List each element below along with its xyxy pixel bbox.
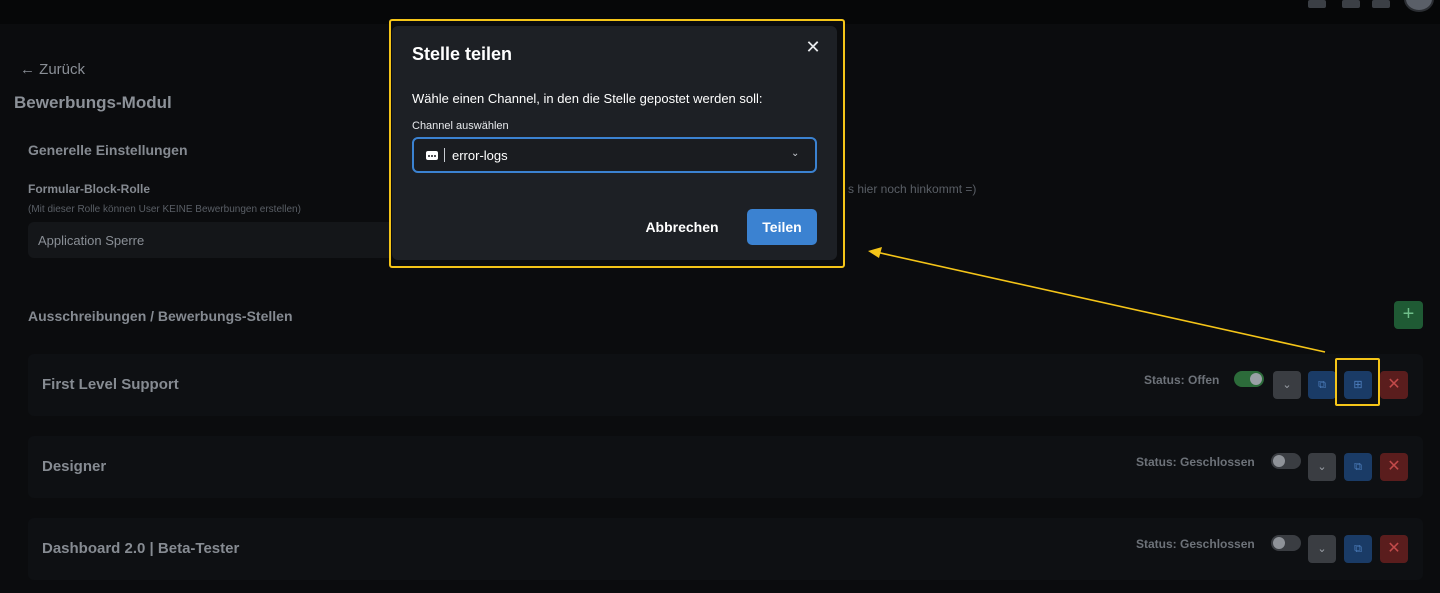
job-title: Designer bbox=[42, 458, 107, 475]
toggle-knob bbox=[1273, 455, 1285, 467]
delete-button[interactable]: ✕ bbox=[1380, 453, 1408, 481]
close-icon: ✕ bbox=[1387, 458, 1401, 475]
form-block-role-hint: (Mit dieser Rolle können User KEINE Bewe… bbox=[28, 204, 301, 215]
job-row: Dashboard 2.0 | Beta-Tester Status: Gesc… bbox=[28, 518, 1423, 580]
mail-icon[interactable] bbox=[1342, 0, 1360, 8]
page-title: Bewerbungs-Modul bbox=[14, 93, 172, 112]
delete-button[interactable]: ✕ bbox=[1380, 535, 1408, 563]
chevron-down-icon: ⌄ bbox=[1317, 543, 1327, 555]
copy-button[interactable]: ⧉ bbox=[1308, 371, 1336, 399]
job-status: Status: Offen bbox=[1144, 373, 1220, 387]
close-icon: ✕ bbox=[1387, 376, 1401, 393]
status-toggle[interactable] bbox=[1271, 453, 1301, 469]
right-hint-text: s hier noch hinkommt =) bbox=[848, 182, 977, 196]
select-divider bbox=[444, 148, 445, 162]
copy-icon: ⧉ bbox=[1318, 379, 1326, 391]
general-settings-heading: Generelle Einstellungen bbox=[28, 142, 188, 158]
channel-select-label: Channel auswählen bbox=[412, 120, 509, 132]
chat-icon bbox=[426, 151, 438, 160]
job-row: Designer Status: Geschlossen ⌄ ⧉ ✕ bbox=[28, 436, 1423, 498]
bell-icon[interactable] bbox=[1372, 0, 1390, 8]
copy-button[interactable]: ⧉ bbox=[1344, 535, 1372, 563]
form-block-role-label: Formular-Block-Rolle bbox=[28, 182, 151, 196]
delete-button[interactable]: ✕ bbox=[1380, 371, 1408, 399]
expand-button[interactable]: ⌄ bbox=[1308, 453, 1336, 481]
share-submit-button[interactable]: Teilen bbox=[747, 209, 817, 245]
channel-select-value: error-logs bbox=[452, 148, 508, 163]
expand-button[interactable]: ⌄ bbox=[1273, 371, 1301, 399]
toggle-knob bbox=[1250, 373, 1262, 385]
expand-button[interactable]: ⌄ bbox=[1308, 535, 1336, 563]
share-job-modal: Stelle teilen ✕ Wähle einen Channel, in … bbox=[392, 26, 837, 260]
chevron-down-icon: ⌄ bbox=[1282, 379, 1292, 391]
form-block-role-value: Application Sperre bbox=[38, 233, 145, 248]
close-icon: ✕ bbox=[1387, 540, 1401, 557]
share-button-highlight bbox=[1335, 358, 1380, 406]
jobs-heading: Ausschreibungen / Bewerbungs-Stellen bbox=[28, 308, 293, 324]
modal-title: Stelle teilen bbox=[412, 44, 513, 64]
back-link[interactable]: ← Zurück bbox=[20, 61, 85, 78]
copy-icon: ⧉ bbox=[1354, 543, 1362, 555]
channel-select[interactable]: error-logs ⌄ bbox=[412, 137, 817, 173]
toggle-knob bbox=[1273, 537, 1285, 549]
status-toggle[interactable] bbox=[1271, 535, 1301, 551]
close-icon[interactable]: ✕ bbox=[804, 38, 822, 56]
copy-button[interactable]: ⧉ bbox=[1344, 453, 1372, 481]
form-block-role-select[interactable]: Application Sperre bbox=[28, 222, 398, 258]
job-title: Dashboard 2.0 | Beta-Tester bbox=[42, 540, 240, 557]
job-title: First Level Support bbox=[42, 376, 179, 393]
chevron-down-icon: ⌄ bbox=[1317, 461, 1327, 473]
job-status: Status: Geschlossen bbox=[1136, 537, 1255, 551]
person-icon[interactable] bbox=[1308, 0, 1326, 8]
cancel-button[interactable]: Abbrechen bbox=[632, 209, 732, 245]
job-row: First Level Support Status: Offen ⌄ ⧉ ⊞ … bbox=[28, 354, 1423, 416]
status-toggle[interactable] bbox=[1234, 371, 1264, 387]
chevron-down-icon: ⌄ bbox=[791, 148, 800, 159]
copy-icon: ⧉ bbox=[1354, 461, 1362, 473]
job-status: Status: Geschlossen bbox=[1136, 455, 1255, 469]
add-job-button[interactable]: + bbox=[1394, 301, 1423, 329]
avatar[interactable] bbox=[1404, 0, 1434, 12]
modal-description: Wähle einen Channel, in den die Stelle g… bbox=[412, 91, 763, 106]
